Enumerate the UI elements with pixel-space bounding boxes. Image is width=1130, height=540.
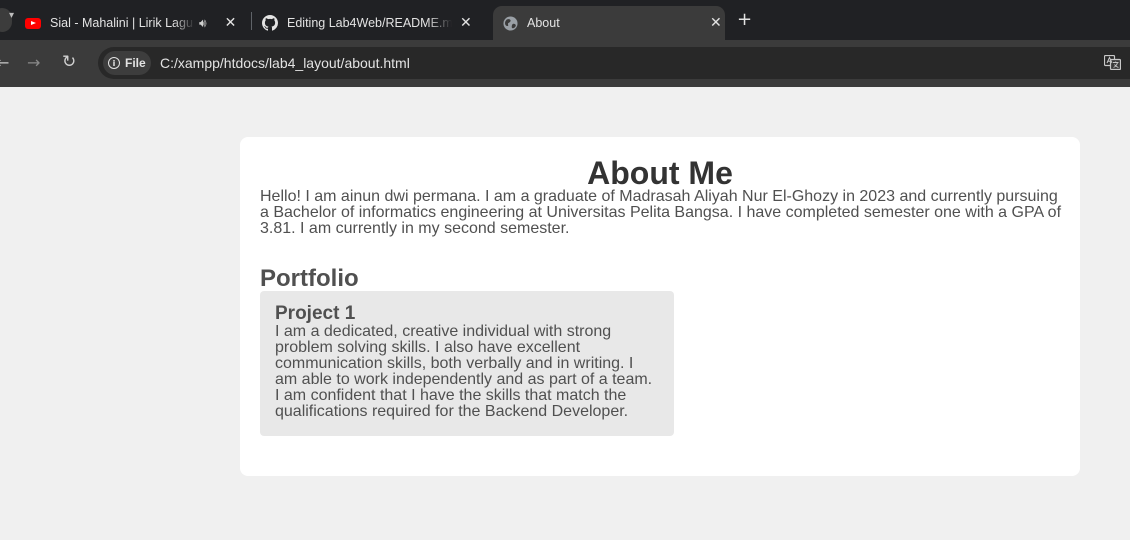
tab-youtube[interactable]: Sial - Mahalini | Lirik Lagu - 🔊︎ ✕ [14,6,248,40]
back-icon[interactable]: ← [0,53,9,72]
toolbar: ← → ↻ i File C:/xampp/htdocs/lab4_layout… [0,40,1130,87]
forward-icon[interactable]: → [27,53,40,72]
audio-playing-icon[interactable]: 🔊︎ [199,16,207,31]
portfolio-heading: Portfolio [260,265,359,292]
about-card: About Me Hello! I am ainun dwi permana. … [240,137,1080,476]
tab-separator [251,12,252,30]
tab-github[interactable]: Editing Lab4Web/README.md a ✕ [254,6,488,40]
page-title: About Me [587,155,733,191]
close-tab-icon[interactable]: ✕ [710,15,722,31]
project-card: Project 1 I am a dedicated, creative ind… [260,291,674,436]
globe-icon [502,15,518,31]
tab-about[interactable]: About ✕ [493,6,725,40]
site-chip-label: File [125,56,146,70]
github-icon [262,15,278,31]
tab-title: About [527,16,560,30]
address-bar[interactable]: i File C:/xampp/htdocs/lab4_layout/about… [98,47,1130,79]
reload-icon[interactable]: ↻ [62,52,76,72]
close-tab-icon[interactable]: ✕ [225,15,237,31]
tab-strip: ▾ Sial - Mahalini | Lirik Lagu - 🔊︎ ✕ Ed… [0,0,1130,40]
tab-title: Sial - Mahalini | Lirik Lagu - [50,16,195,30]
youtube-icon [25,15,41,31]
new-tab-icon[interactable]: + [737,9,752,30]
close-tab-icon[interactable]: ✕ [460,15,472,31]
url-text[interactable]: C:/xampp/htdocs/lab4_layout/about.html [160,55,410,71]
tab-title: Editing Lab4Web/README.md a [287,16,452,30]
site-info-chip[interactable]: i File [103,51,151,75]
project-title: Project 1 [275,303,356,324]
info-icon: i [108,57,120,69]
project-description: I am a dedicated, creative individual wi… [275,323,653,420]
intro-paragraph: Hello! I am ainun dwi permana. I am a gr… [260,188,1062,237]
translate-icon[interactable] [1104,55,1121,70]
